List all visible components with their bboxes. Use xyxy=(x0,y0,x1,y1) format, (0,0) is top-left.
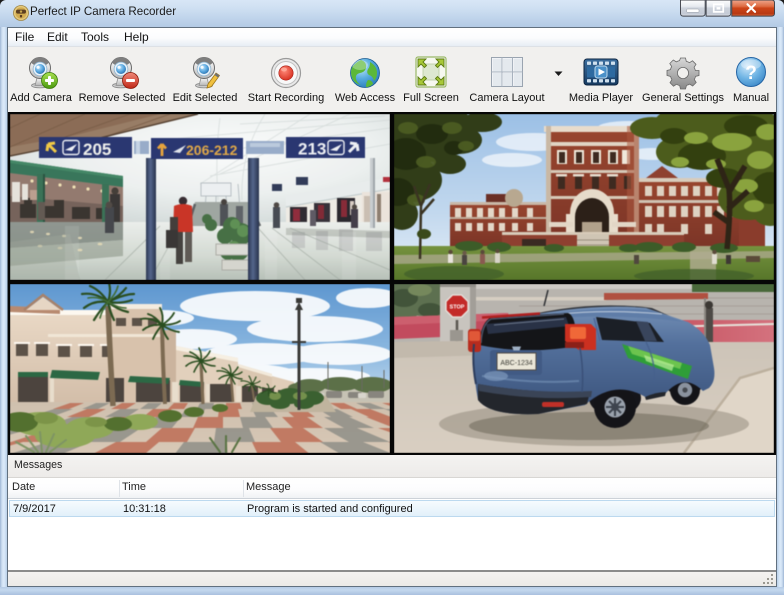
svg-text:ABC-1234: ABC-1234 xyxy=(500,360,532,367)
svg-text:STOP: STOP xyxy=(450,305,465,311)
svg-text:?: ? xyxy=(745,63,757,84)
